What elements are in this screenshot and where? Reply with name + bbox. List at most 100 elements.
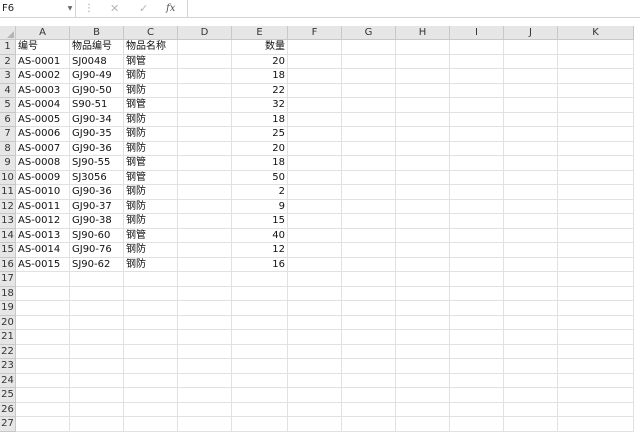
cell-i18[interactable] [450, 286, 504, 301]
cell-k16[interactable] [558, 257, 634, 272]
cell-j7[interactable] [504, 127, 558, 142]
cell-i9[interactable] [450, 156, 504, 171]
cell-k2[interactable] [558, 54, 634, 69]
cell-d20[interactable] [178, 315, 232, 330]
cell-h15[interactable] [396, 243, 450, 258]
cell-b23[interactable] [70, 359, 124, 374]
cell-k8[interactable] [558, 141, 634, 156]
cell-c8[interactable]: 钢防 [124, 141, 178, 156]
cell-b21[interactable] [70, 330, 124, 345]
cell-h2[interactable] [396, 54, 450, 69]
cell-h4[interactable] [396, 83, 450, 98]
cell-i3[interactable] [450, 69, 504, 84]
cell-e16[interactable]: 16 [232, 257, 288, 272]
cell-c2[interactable]: 钢管 [124, 54, 178, 69]
cell-d3[interactable] [178, 69, 232, 84]
cell-j27[interactable] [504, 417, 558, 432]
cell-i21[interactable] [450, 330, 504, 345]
cell-b3[interactable]: GJ90-49 [70, 69, 124, 84]
row-header-17[interactable]: 17 [0, 272, 16, 287]
cell-h3[interactable] [396, 69, 450, 84]
row-header-8[interactable]: 8 [0, 141, 16, 156]
cell-g18[interactable] [342, 286, 396, 301]
row-header-21[interactable]: 21 [0, 330, 16, 345]
cell-f15[interactable] [288, 243, 342, 258]
cell-k3[interactable] [558, 69, 634, 84]
cell-k9[interactable] [558, 156, 634, 171]
cell-h10[interactable] [396, 170, 450, 185]
cell-j26[interactable] [504, 402, 558, 417]
cell-a9[interactable]: AS-0008 [16, 156, 70, 171]
cell-e2[interactable]: 20 [232, 54, 288, 69]
name-box-dropdown-icon[interactable]: ▼ [66, 0, 74, 17]
cell-h19[interactable] [396, 301, 450, 316]
cell-f17[interactable] [288, 272, 342, 287]
cell-k14[interactable] [558, 228, 634, 243]
cell-b15[interactable]: GJ90-76 [70, 243, 124, 258]
cell-f2[interactable] [288, 54, 342, 69]
column-header-b[interactable]: B [70, 26, 124, 40]
cell-j23[interactable] [504, 359, 558, 374]
cell-c14[interactable]: 钢管 [124, 228, 178, 243]
cell-k11[interactable] [558, 185, 634, 200]
cell-k7[interactable] [558, 127, 634, 142]
insert-function-icon[interactable]: fx [166, 0, 175, 17]
cell-d13[interactable] [178, 214, 232, 229]
cell-d6[interactable] [178, 112, 232, 127]
cell-j20[interactable] [504, 315, 558, 330]
row-header-9[interactable]: 9 [0, 156, 16, 171]
formula-input[interactable] [189, 0, 640, 17]
cell-b19[interactable] [70, 301, 124, 316]
cell-i10[interactable] [450, 170, 504, 185]
cell-a10[interactable]: AS-0009 [16, 170, 70, 185]
cell-h24[interactable] [396, 373, 450, 388]
cell-d25[interactable] [178, 388, 232, 403]
cell-h27[interactable] [396, 417, 450, 432]
row-header-26[interactable]: 26 [0, 402, 16, 417]
cell-c13[interactable]: 钢防 [124, 214, 178, 229]
row-header-20[interactable]: 20 [0, 315, 16, 330]
cell-j24[interactable] [504, 373, 558, 388]
cell-f21[interactable] [288, 330, 342, 345]
cell-d11[interactable] [178, 185, 232, 200]
cell-b27[interactable] [70, 417, 124, 432]
cell-e20[interactable] [232, 315, 288, 330]
cell-g4[interactable] [342, 83, 396, 98]
cell-f1[interactable] [288, 40, 342, 55]
cell-c12[interactable]: 钢防 [124, 199, 178, 214]
cell-i17[interactable] [450, 272, 504, 287]
cell-f11[interactable] [288, 185, 342, 200]
column-header-g[interactable]: G [342, 26, 396, 40]
cell-g3[interactable] [342, 69, 396, 84]
cell-i7[interactable] [450, 127, 504, 142]
cell-c5[interactable]: 钢管 [124, 98, 178, 113]
cell-a23[interactable] [16, 359, 70, 374]
cell-a20[interactable] [16, 315, 70, 330]
cell-b20[interactable] [70, 315, 124, 330]
cell-a18[interactable] [16, 286, 70, 301]
row-header-23[interactable]: 23 [0, 359, 16, 374]
row-header-6[interactable]: 6 [0, 112, 16, 127]
cell-f18[interactable] [288, 286, 342, 301]
select-all-button[interactable] [0, 26, 16, 40]
cell-b5[interactable]: S90-51 [70, 98, 124, 113]
cell-i1[interactable] [450, 40, 504, 55]
cell-a27[interactable] [16, 417, 70, 432]
cell-e27[interactable] [232, 417, 288, 432]
cell-f26[interactable] [288, 402, 342, 417]
cell-k17[interactable] [558, 272, 634, 287]
cell-j25[interactable] [504, 388, 558, 403]
cell-a7[interactable]: AS-0006 [16, 127, 70, 142]
cell-h12[interactable] [396, 199, 450, 214]
cell-j11[interactable] [504, 185, 558, 200]
cell-c11[interactable]: 钢防 [124, 185, 178, 200]
cell-a5[interactable]: AS-0004 [16, 98, 70, 113]
cell-c1[interactable]: 物品名称 [124, 40, 178, 55]
cell-a17[interactable] [16, 272, 70, 287]
cell-c19[interactable] [124, 301, 178, 316]
cell-h1[interactable] [396, 40, 450, 55]
cell-j3[interactable] [504, 69, 558, 84]
column-header-h[interactable]: H [396, 26, 450, 40]
cell-a6[interactable]: AS-0005 [16, 112, 70, 127]
cell-b12[interactable]: GJ90-37 [70, 199, 124, 214]
